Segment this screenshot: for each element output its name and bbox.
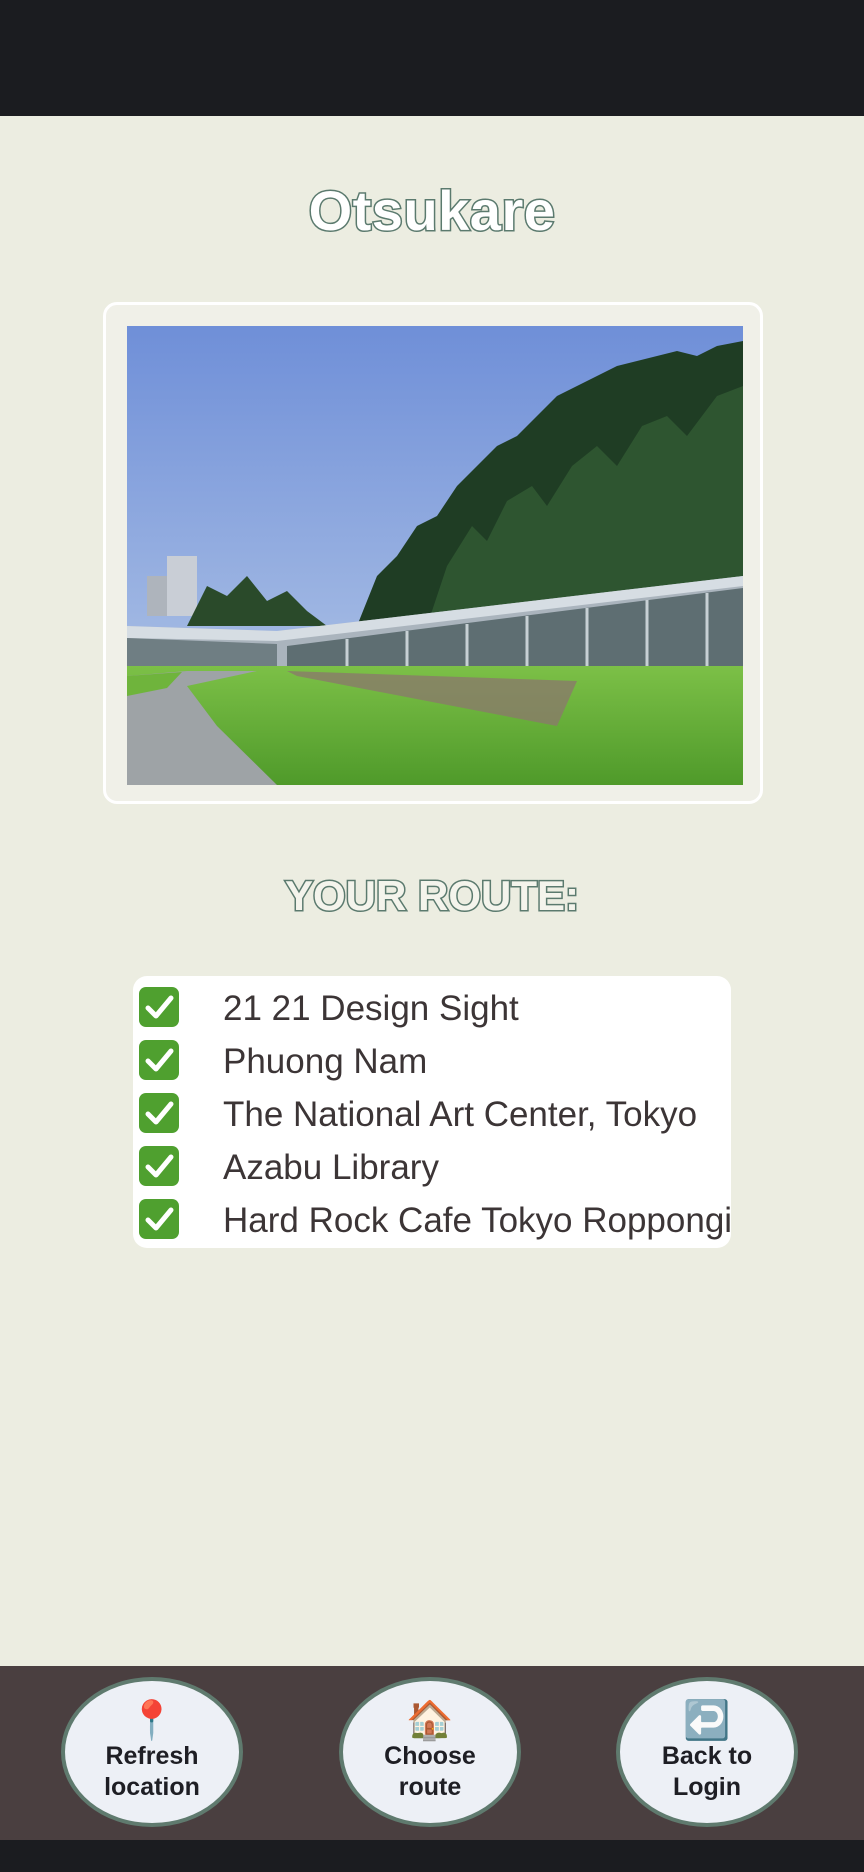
house-icon: 🏠 <box>406 1700 454 1742</box>
system-nav-strip <box>0 1840 864 1872</box>
check-mark-icon <box>139 987 179 1027</box>
route-item-label: Hard Rock Cafe Tokyo Roppongi <box>223 1201 731 1240</box>
route-item: Hard Rock Cafe Tokyo Roppongi <box>133 1193 731 1246</box>
back-to-login-button[interactable]: ↩️ Back to Login <box>616 1677 798 1827</box>
choose-route-label: Choose route <box>384 1742 476 1801</box>
check-mark-icon <box>139 1199 179 1239</box>
route-item-label: 21 21 Design Sight <box>223 989 519 1028</box>
status-bar <box>0 0 864 116</box>
route-item-label: Phuong Nam <box>223 1042 428 1081</box>
route-item: 21 21 Design Sight <box>133 981 731 1034</box>
route-heading: YOUR ROUTE: <box>284 871 581 921</box>
route-item: Phuong Nam <box>133 1034 731 1087</box>
return-arrow-icon: ↩️ <box>683 1700 731 1742</box>
route-item: Azabu Library <box>133 1140 731 1193</box>
location-pin-icon: 📍 <box>128 1700 176 1742</box>
choose-route-button[interactable]: 🏠 Choose route <box>339 1677 521 1827</box>
check-mark-icon <box>139 1093 179 1133</box>
location-photo <box>127 326 743 785</box>
check-mark-icon <box>139 1040 179 1080</box>
back-to-login-label: Back to Login <box>661 1742 753 1801</box>
route-item-label: Azabu Library <box>223 1148 439 1187</box>
app-title: Otsukare <box>307 178 556 244</box>
route-item-label: The National Art Center, Tokyo <box>223 1095 698 1134</box>
route-list: 21 21 Design Sight Phuong Nam The Nation… <box>133 976 731 1248</box>
refresh-location-button[interactable]: 📍 Refresh location <box>61 1677 243 1827</box>
route-item: The National Art Center, Tokyo <box>133 1087 731 1140</box>
location-photo-card <box>103 302 763 804</box>
check-mark-icon <box>139 1146 179 1186</box>
refresh-location-label: Refresh location <box>104 1742 200 1801</box>
